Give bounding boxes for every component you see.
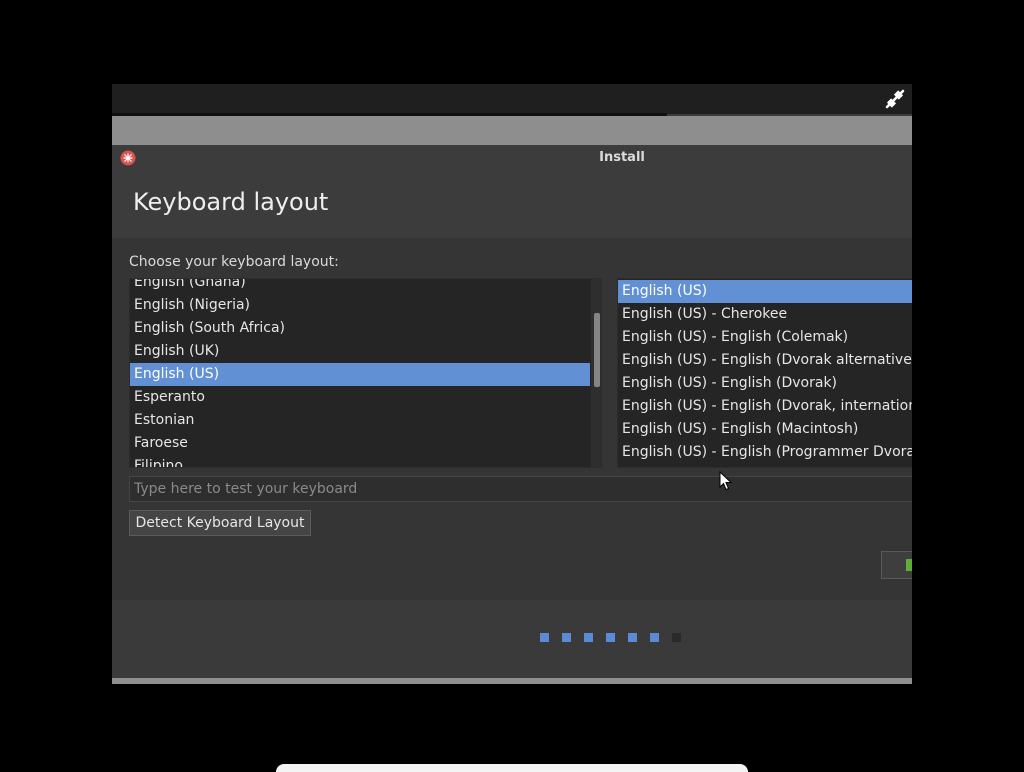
installer-screen: Install Keyboard layout Choose your keyb… [112, 84, 912, 684]
step-indicator [112, 600, 912, 678]
window-titlebar: Install [112, 145, 912, 173]
variant-list-rows: English (US) English (US) - Cherokee Engli… [618, 280, 912, 464]
variant-list-item[interactable]: English (US) - English (Dvorak alternati… [618, 349, 912, 372]
layout-list-scrollbar[interactable] [591, 279, 601, 467]
layout-list-item[interactable]: English (South Africa) [130, 317, 590, 340]
mouse-cursor-icon [719, 471, 733, 491]
step-dot [606, 633, 615, 642]
top-panel [112, 84, 912, 116]
detect-keyboard-layout-button[interactable]: Detect Keyboard Layout [129, 510, 311, 536]
variant-list-item[interactable]: English (US) - English (Macintosh) [618, 418, 912, 441]
step-dot [650, 633, 659, 642]
continue-button[interactable] [881, 551, 912, 579]
window-top-strip [112, 116, 912, 145]
continue-indicator [906, 559, 912, 571]
variant-list-item[interactable]: English (US) - English (Dvorak, internat… [618, 395, 912, 418]
keyboard-test-input[interactable] [129, 476, 912, 502]
variant-list-item[interactable]: English (US) - English (Programmer Dvora… [618, 441, 912, 464]
layout-list-item[interactable]: Estonian [130, 409, 590, 432]
layout-list-item[interactable]: English (UK) [130, 340, 590, 363]
step-dot [562, 633, 571, 642]
content-area: Choose your keyboard layout: English (Gh… [112, 238, 912, 600]
variant-list-item[interactable]: English (US) - Cherokee [618, 303, 912, 326]
step-dot [540, 633, 549, 642]
screen-bottom-edge [276, 764, 748, 772]
layout-list[interactable]: English (Ghana) English (Nigeria) English … [129, 278, 602, 468]
layout-prompt: Choose your keyboard layout: [129, 254, 339, 270]
window-title: Install [599, 150, 645, 165]
layout-list-item[interactable]: Filipino [130, 455, 590, 467]
layout-list-item[interactable]: English (Ghana) [130, 279, 590, 294]
step-dot [672, 633, 681, 642]
layout-list-item[interactable]: Esperanto [130, 386, 590, 409]
variant-list[interactable]: English (US) English (US) - Cherokee Engli… [617, 278, 912, 468]
layout-list-item[interactable]: English (Nigeria) [130, 294, 590, 317]
page-header: Keyboard layout [112, 173, 912, 238]
layout-list-rows: English (Ghana) English (Nigeria) English … [130, 279, 590, 467]
window-bottom-bar [112, 678, 912, 684]
variant-list-item[interactable]: English (US) - English (Dvorak) [618, 372, 912, 395]
page-title: Keyboard layout [133, 188, 329, 216]
step-dot [628, 633, 637, 642]
variant-list-item[interactable]: English (US) - English (Colemak) [618, 326, 912, 349]
layout-list-item[interactable]: Faroese [130, 432, 590, 455]
layout-list-item[interactable]: English (US) [130, 363, 590, 386]
variant-list-item[interactable]: English (US) [618, 280, 912, 303]
scrollbar-thumb[interactable] [594, 313, 600, 387]
network-icon[interactable] [884, 88, 906, 110]
step-dot [584, 633, 593, 642]
